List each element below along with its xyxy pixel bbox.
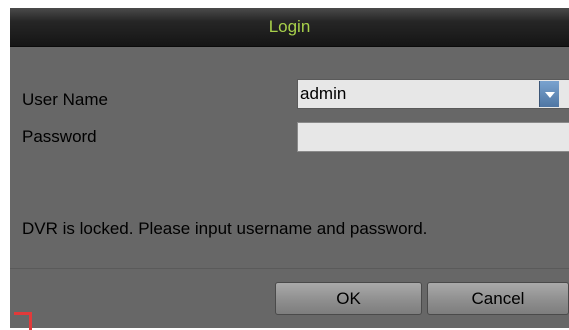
login-dialog: Login User Name admin Password DVR is lo… bbox=[10, 8, 569, 328]
chevron-down-icon[interactable] bbox=[539, 81, 559, 107]
dialog-title: Login bbox=[268, 17, 311, 36]
title-bar: Login bbox=[10, 8, 569, 47]
password-label: Password bbox=[22, 127, 97, 146]
username-combobox[interactable]: admin bbox=[297, 79, 569, 109]
username-label: User Name bbox=[22, 90, 108, 109]
corner-mark-icon bbox=[14, 312, 32, 330]
cancel-button[interactable]: Cancel bbox=[427, 282, 569, 315]
username-value: admin bbox=[300, 84, 347, 103]
ok-button[interactable]: OK bbox=[275, 282, 422, 315]
password-field[interactable] bbox=[297, 122, 569, 152]
dialog-divider bbox=[10, 268, 569, 269]
lock-message: DVR is locked. Please input username and… bbox=[22, 219, 428, 238]
